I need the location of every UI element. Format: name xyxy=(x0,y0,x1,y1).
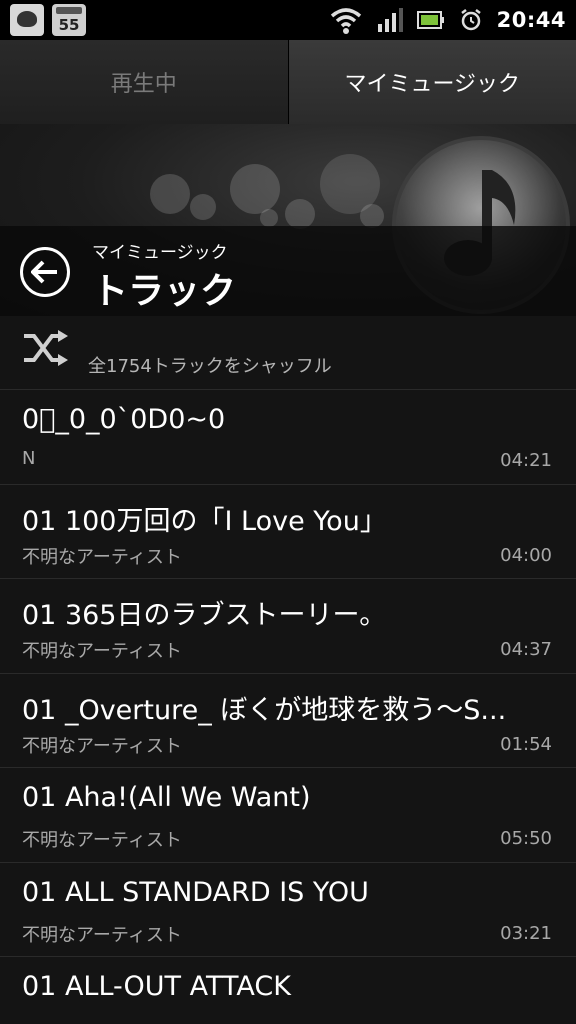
track-title: 01 100万回の「I Love You」 xyxy=(22,505,387,537)
track-title: 01 _Overture_ ぼくが地球を救う～S... xyxy=(22,694,507,726)
battery-icon xyxy=(416,11,444,29)
track-title: 01 ALL-OUT ATTACK xyxy=(22,971,291,1002)
calendar-icon[interactable]: 55 xyxy=(52,4,86,36)
header-banner: マイミュージック トラック xyxy=(0,124,576,316)
track-artist: 不明なアーティスト xyxy=(22,735,182,757)
shuffle-all-row[interactable]: 全1754トラックをシャッフル xyxy=(0,316,576,390)
list-item[interactable]: 01 Aha!(All We Want) 不明なアーティスト 05:50 xyxy=(0,768,576,863)
list-item[interactable]: 01 ALL STANDARD IS YOU 不明なアーティスト 03:21 xyxy=(0,863,576,957)
tab-bar: 再生中 マイミュージック xyxy=(0,40,576,124)
alarm-icon xyxy=(460,9,481,31)
track-duration: 04:00 xyxy=(500,544,552,566)
status-bar: 55 20:44 xyxy=(0,0,576,40)
track-duration: 01:54 xyxy=(500,733,552,755)
page-title: トラック xyxy=(92,271,237,312)
track-duration: 04:21 xyxy=(500,450,552,471)
back-arrow-icon xyxy=(31,260,57,284)
list-item[interactable]: 0 _0_0`0D0~0 N 04:21 xyxy=(0,390,576,485)
track-artist: 不明なアーティスト xyxy=(22,830,182,851)
track-artist: 不明なアーティスト xyxy=(22,641,182,662)
track-duration: 03:21 xyxy=(500,922,552,944)
track-title: 01 Aha!(All We Want) xyxy=(22,782,311,813)
track-artist: N xyxy=(22,448,36,469)
list-item[interactable]: 01 _Overture_ ぼくが地球を救う～S... 不明なアーティスト 01… xyxy=(0,674,576,768)
shuffle-label: 全1754トラックをシャッフル xyxy=(88,356,332,377)
list-item[interactable]: 01 ALL-OUT ATTACK xyxy=(0,957,576,1024)
list-item[interactable]: 01 100万回の「I Love You」 不明なアーティスト 04:00 xyxy=(0,485,576,579)
track-title: 01 365日のラブストーリー。 xyxy=(22,600,387,631)
calendar-date: 55 xyxy=(58,16,80,34)
track-list: 全1754トラックをシャッフル 0 _0_0`0D0~0 N 04:21 01 … xyxy=(0,316,576,1024)
tab-my-music[interactable]: マイミュージック xyxy=(288,40,576,124)
notification-bird-icon[interactable] xyxy=(10,4,44,36)
list-item[interactable]: 01 365日のラブストーリー。 不明なアーティスト 04:37 xyxy=(0,579,576,674)
tab-now-playing[interactable]: 再生中 xyxy=(0,40,289,124)
breadcrumb: マイミュージック xyxy=(92,243,228,263)
track-title: 0 _0_0`0D0~0 xyxy=(22,404,226,435)
track-artist: 不明なアーティスト xyxy=(22,924,182,946)
signal-icon xyxy=(377,8,403,32)
track-duration: 04:37 xyxy=(500,639,552,660)
track-artist: 不明なアーティスト xyxy=(22,546,182,568)
track-duration: 05:50 xyxy=(500,828,552,849)
shuffle-icon xyxy=(24,330,68,366)
wifi-icon xyxy=(330,8,361,34)
clock: 20:44 xyxy=(496,8,566,32)
track-title: 01 ALL STANDARD IS YOU xyxy=(22,876,369,908)
back-button[interactable] xyxy=(20,247,70,297)
title-bar xyxy=(0,226,576,316)
